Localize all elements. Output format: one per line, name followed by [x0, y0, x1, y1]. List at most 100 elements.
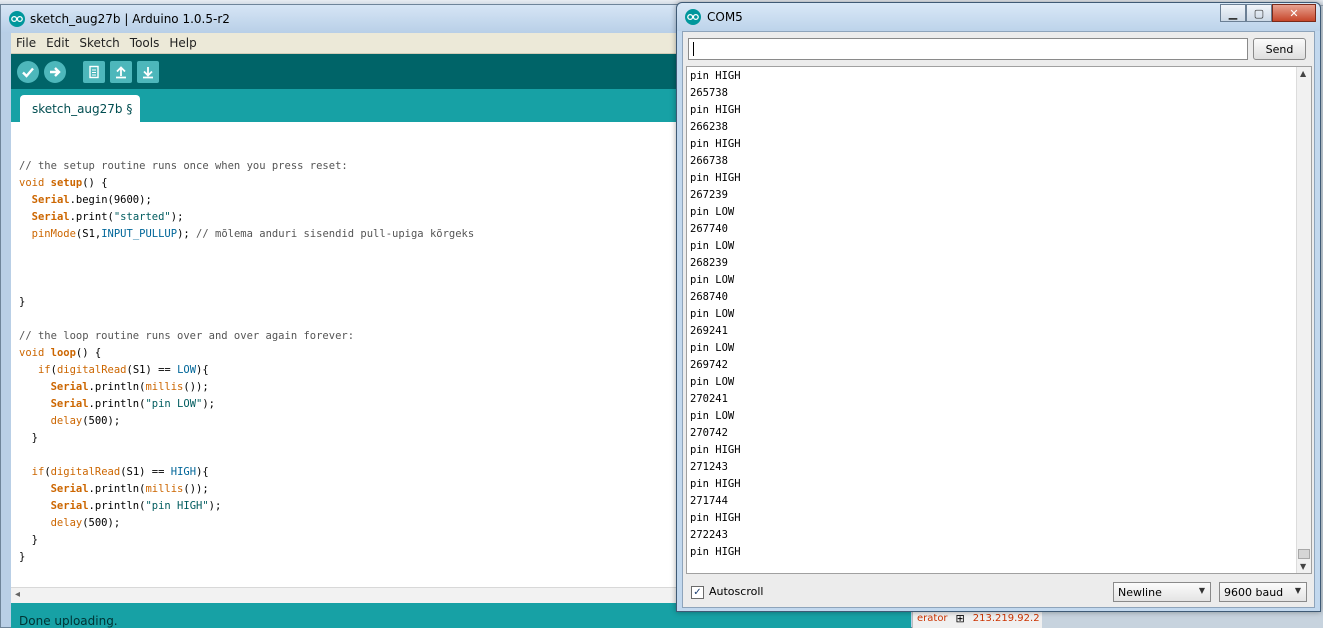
- code-text: }: [31, 534, 38, 546]
- code-text: }: [19, 296, 26, 308]
- code-text: (500);: [82, 517, 121, 529]
- code-function: millis: [145, 483, 184, 495]
- baud-rate-select[interactable]: 9600 baud ▼: [1219, 582, 1307, 602]
- code-text: (500);: [82, 415, 121, 427]
- arduino-logo-icon: [685, 9, 701, 25]
- output-line: pin HIGH: [690, 172, 741, 184]
- output-line: 269241: [690, 325, 728, 337]
- minimize-button[interactable]: ▁: [1220, 4, 1246, 22]
- code-function: digitalRead: [50, 466, 121, 478]
- code-function: delay: [50, 517, 83, 529]
- scroll-up-icon[interactable]: ▲: [1300, 69, 1306, 78]
- scroll-left-icon[interactable]: ◂: [15, 589, 20, 600]
- menu-tools[interactable]: Tools: [125, 36, 165, 50]
- open-button[interactable]: [110, 60, 132, 83]
- code-keyword: void: [19, 177, 45, 189]
- code-constant: HIGH: [170, 466, 197, 478]
- output-line: 267740: [690, 223, 728, 235]
- code-function: digitalRead: [56, 364, 127, 376]
- code-text: ){: [196, 466, 209, 478]
- minimize-icon: ▁: [1228, 6, 1238, 20]
- menu-file[interactable]: File: [11, 36, 41, 50]
- output-line: pin LOW: [690, 274, 735, 286]
- save-button[interactable]: [137, 60, 159, 83]
- chevron-down-icon: ▼: [1294, 586, 1301, 595]
- code-string: "started": [113, 211, 171, 223]
- output-line: 272243: [690, 529, 728, 541]
- output-line: 266238: [690, 121, 728, 133]
- code-constant: INPUT_PULLUP: [101, 228, 178, 240]
- serial-input-field[interactable]: [688, 38, 1248, 60]
- scrollbar-thumb[interactable]: [1298, 549, 1310, 559]
- serial-monitor-body: Send pin HIGH 265738 pin HIGH 266238 pin…: [682, 31, 1315, 608]
- code-text: .print(: [69, 211, 114, 223]
- autoscroll-label: Autoscroll: [709, 585, 764, 598]
- output-line: 271243: [690, 461, 728, 473]
- code-string: "pin HIGH": [145, 500, 209, 512]
- baud-rate-value: 9600 baud: [1224, 585, 1284, 599]
- close-button[interactable]: ✕: [1272, 4, 1316, 22]
- verify-button[interactable]: [17, 60, 39, 83]
- serial-output-area[interactable]: pin HIGH 265738 pin HIGH 266238 pin HIGH…: [686, 66, 1312, 574]
- menu-sketch[interactable]: Sketch: [74, 36, 124, 50]
- output-line: pin HIGH: [690, 444, 741, 456]
- window-controls: ▁ ▢ ✕: [1220, 4, 1316, 22]
- code-text: .begin(9600);: [69, 194, 152, 206]
- code-text: );: [202, 398, 216, 410]
- code-text: }: [31, 432, 38, 444]
- output-line: 265738: [690, 87, 728, 99]
- code-function: millis: [145, 381, 184, 393]
- output-line: pin LOW: [690, 342, 735, 354]
- code-text: }: [19, 551, 26, 563]
- code-constant: LOW: [177, 364, 197, 376]
- upload-button[interactable]: [44, 60, 66, 83]
- code-text: .println(: [88, 398, 146, 410]
- text-caret: [693, 42, 694, 56]
- code-text: .println(: [88, 381, 146, 393]
- menu-help[interactable]: Help: [164, 36, 201, 50]
- code-text: ){: [196, 364, 209, 376]
- background-text: erator: [917, 612, 948, 624]
- output-line: 269742: [690, 359, 728, 371]
- output-vertical-scrollbar[interactable]: ▲ ▼: [1296, 67, 1311, 573]
- code-comment: // the setup routine runs once when you …: [19, 160, 348, 172]
- output-line: 270742: [690, 427, 728, 439]
- code-text: // the setup routine runs once when you …: [19, 160, 475, 563]
- menu-edit[interactable]: Edit: [41, 36, 74, 50]
- output-line: 267239: [690, 189, 728, 201]
- output-line: 271744: [690, 495, 728, 507]
- serial-monitor-footer: ✓ Autoscroll Newline ▼ 9600 baud ▼: [683, 577, 1314, 607]
- close-icon: ✕: [1289, 6, 1299, 20]
- output-line: 268239: [690, 257, 728, 269]
- network-icon: ⊞: [955, 611, 965, 625]
- new-button[interactable]: [83, 60, 105, 83]
- output-line: pin LOW: [690, 308, 735, 320]
- serial-output-lines: pin HIGH 265738 pin HIGH 266238 pin HIGH…: [690, 68, 741, 561]
- line-ending-select[interactable]: Newline ▼: [1113, 582, 1211, 602]
- background-ip-text: 213.219.92.2: [972, 612, 1040, 624]
- output-line: 268740: [690, 291, 728, 303]
- code-class: Serial: [31, 211, 70, 223]
- code-text: .println(: [88, 500, 146, 512]
- code-text: );: [177, 228, 197, 240]
- code-text: ());: [183, 381, 209, 393]
- maximize-button[interactable]: ▢: [1246, 4, 1272, 22]
- scroll-down-icon[interactable]: ▼: [1300, 562, 1306, 571]
- code-text: .println(: [88, 483, 146, 495]
- serial-monitor-titlebar[interactable]: COM5 ▁ ▢ ✕: [677, 3, 1320, 31]
- code-keyword: if: [37, 364, 51, 376]
- arrow-right-icon: [50, 66, 61, 77]
- code-class: Serial: [50, 500, 89, 512]
- output-line: pin LOW: [690, 240, 735, 252]
- code-text: );: [208, 500, 222, 512]
- code-text: (S1,: [75, 228, 102, 240]
- code-function: delay: [50, 415, 83, 427]
- autoscroll-checkbox[interactable]: ✓: [691, 586, 704, 599]
- code-text: (S1) ==: [120, 466, 171, 478]
- code-comment: // the loop routine runs over and over a…: [19, 330, 355, 342]
- code-class: Serial: [50, 381, 89, 393]
- code-function: setup: [50, 177, 83, 189]
- tab-sketch-aug27b[interactable]: sketch_aug27b §: [20, 95, 141, 122]
- output-line: 266738: [690, 155, 728, 167]
- send-button[interactable]: Send: [1253, 38, 1306, 60]
